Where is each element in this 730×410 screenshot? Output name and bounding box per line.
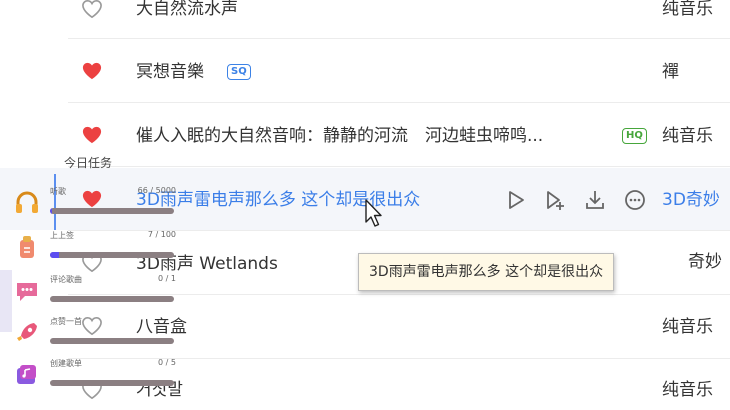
- sq-quality-badge: SQ: [227, 64, 251, 80]
- song-genre[interactable]: 纯音乐: [662, 315, 713, 339]
- task-name: 上上签: [50, 231, 74, 240]
- task-item[interactable]: 听歌 66 / 5000: [0, 186, 200, 226]
- task-item[interactable]: 点赞一首: [0, 316, 200, 356]
- song-title[interactable]: 催人入眠的大自然音响：静静的河流 河边蛙虫啼鸣...: [136, 124, 606, 148]
- daily-tasks-heading: 今日任务: [64, 156, 113, 170]
- task-name: 创建歌单: [50, 359, 82, 368]
- comment-icon: [17, 283, 37, 301]
- task-progress: 0 / 5: [158, 358, 176, 367]
- song-genre[interactable]: 奇妙: [688, 250, 722, 274]
- task-progress: 66 / 5000: [137, 186, 176, 195]
- task-progress: 0 / 1: [158, 274, 176, 283]
- play-icon[interactable]: [500, 186, 530, 214]
- task-progress-bar: [50, 208, 174, 214]
- playlist-icon: [17, 365, 36, 384]
- liked-heart-icon[interactable]: [80, 124, 104, 146]
- mouse-pointer-icon: [365, 199, 382, 227]
- like-heart-icon[interactable]: [80, 0, 104, 20]
- fortune-icon: [20, 236, 34, 258]
- task-progress-fill: [50, 208, 52, 214]
- task-progress-bar: [50, 252, 174, 258]
- task-item[interactable]: 评论歌曲 0 / 1: [0, 274, 200, 314]
- headphones-icon: [16, 191, 38, 213]
- add-to-playlist-icon[interactable]: [540, 186, 570, 214]
- song-genre[interactable]: 纯音乐: [662, 124, 713, 148]
- task-progress: 7 / 100: [147, 230, 176, 239]
- song-genre[interactable]: 3D奇妙: [662, 188, 720, 212]
- song-title-tooltip: 3D雨声雷电声那么多 这个却是很出众: [358, 253, 615, 291]
- song-genre[interactable]: 纯音乐: [662, 378, 713, 402]
- song-title[interactable]: 冥想音樂: [136, 60, 204, 84]
- task-item[interactable]: 上上签 7 / 100: [0, 230, 200, 270]
- task-item[interactable]: 创建歌单 0 / 5: [0, 358, 200, 398]
- task-progress-bar: [50, 296, 174, 302]
- task-progress-fill: [50, 252, 59, 258]
- task-progress-bar: [50, 338, 174, 344]
- row-divider: [68, 102, 730, 103]
- download-icon[interactable]: [580, 186, 610, 214]
- row-actions: [500, 186, 650, 214]
- song-genre[interactable]: 纯音乐: [662, 0, 713, 21]
- hq-quality-badge: HQ: [622, 128, 647, 144]
- row-divider: [68, 166, 730, 167]
- row-divider: [68, 38, 730, 39]
- task-name: 听歌: [50, 187, 66, 196]
- task-progress-bar: [50, 380, 174, 386]
- liked-heart-icon[interactable]: [80, 60, 104, 82]
- task-name: 评论歌曲: [50, 275, 82, 284]
- more-icon[interactable]: [620, 186, 650, 214]
- rocket-icon: [17, 323, 37, 341]
- song-title[interactable]: 大自然流水声: [136, 0, 238, 21]
- song-genre[interactable]: 禪: [662, 60, 679, 84]
- task-name: 点赞一首: [50, 317, 82, 326]
